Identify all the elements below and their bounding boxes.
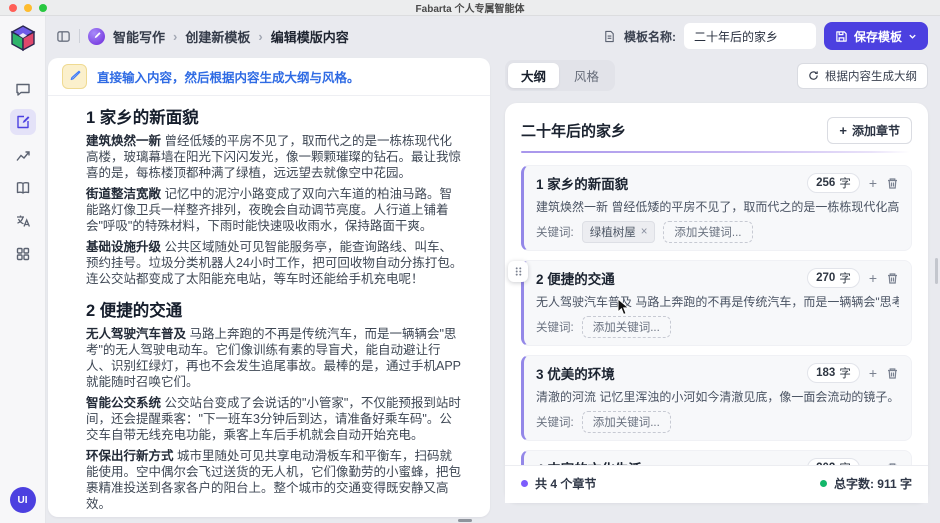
doc-heading: 2 便捷的交通 [86, 297, 464, 321]
chapter-excerpt: 建筑焕然一新 曾经低矮的平房不见了，取而代之的是一栋栋现代化高楼。玻璃幕墙在阳光 [536, 198, 899, 215]
pencil-icon [62, 64, 87, 89]
doc-paragraph: 智能公交系统 公交站台变成了会说话的"小管家"，不仅能预报到站时间，还会提醒乘客… [86, 395, 464, 443]
app-window: Fabarta 个人专属智能体 [0, 0, 940, 523]
breadcrumb-edit-template-content: 编辑模版内容 [271, 27, 349, 46]
chapter-title: 3 优美的环境 [536, 363, 615, 383]
word-count-badge: 202字 [807, 458, 860, 465]
vertical-scrollbar[interactable] [935, 258, 938, 284]
doc-paragraph: 无人驾驶汽车普及 马路上奔跑的不再是传统汽车，而是一辆辆会"思考"的无人驾驶电动… [86, 326, 464, 390]
template-name-input[interactable] [684, 23, 816, 49]
chapter-excerpt: 无人驾驶汽车普及 马路上奔跑的不再是传统汽车，而是一辆辆会"思考"的无人驾驶电动 [536, 293, 899, 310]
outline-tabs: 大纲 风格 [505, 60, 615, 91]
outline-panel: 大纲 风格 根据内容生成大纲 二十年后的家乡 [505, 58, 928, 517]
save-icon [835, 30, 848, 43]
app-logo[interactable] [9, 24, 37, 52]
hint-banner-text: 直接输入内容，然后根据内容生成大纲与风格。 [97, 67, 360, 86]
macos-titlebar: Fabarta 个人专属智能体 [0, 0, 940, 16]
add-subchapter-button[interactable]: + [869, 271, 877, 285]
chevron-down-icon [908, 32, 917, 41]
drag-handle[interactable] [508, 261, 528, 282]
collapse-panel-icon[interactable] [56, 29, 71, 44]
tab-outline[interactable]: 大纲 [508, 63, 559, 88]
hint-banner: 直接输入内容，然后根据内容生成大纲与风格。 [48, 58, 490, 96]
word-count-badge: 270字 [807, 268, 860, 288]
chapter-card[interactable]: 4 丰富的文化生活 202字 + 智能图书馆新体 [521, 450, 912, 465]
chapter-title: 2 便捷的交通 [536, 268, 615, 288]
generate-outline-button[interactable]: 根据内容生成大纲 [797, 63, 928, 89]
add-keyword-button[interactable]: 添加关键词... [663, 221, 752, 243]
total-words-dot [820, 480, 827, 487]
add-subchapter-button[interactable]: + [869, 366, 877, 380]
remove-keyword-icon[interactable]: × [641, 226, 648, 238]
doc-heading: 1 家乡的新面貌 [86, 104, 464, 128]
breadcrumb-separator: › [173, 29, 177, 44]
translate-icon[interactable] [10, 208, 36, 234]
add-keyword-button[interactable]: 添加关键词... [582, 316, 671, 338]
breadcrumb-create-template[interactable]: 创建新模板 [185, 27, 250, 46]
document-editor-panel: 直接输入内容，然后根据内容生成大纲与风格。 1 家乡的新面貌 建筑焕然一新 曾经… [48, 58, 490, 517]
chapter-title: 1 家乡的新面貌 [536, 173, 628, 193]
library-icon[interactable] [10, 175, 36, 201]
window-title: Fabarta 个人专属智能体 [0, 0, 940, 15]
user-avatar[interactable]: UI [10, 487, 36, 513]
title-underline [521, 151, 910, 153]
keyword-label: 关键词: [536, 319, 574, 335]
chapter-card[interactable]: 2 便捷的交通 270字 + 无人驾驶汽车普及 [521, 260, 912, 346]
writing-icon[interactable] [10, 109, 36, 135]
delete-chapter-icon[interactable] [886, 272, 899, 285]
document-icon [603, 30, 616, 43]
horizontal-scrollbar[interactable] [458, 519, 472, 522]
chapter-excerpt: 清澈的河流 记忆里浑浊的小河如今清澈见底，像一面会流动的镜子。阳光洒在水面上，泛 [536, 388, 899, 405]
analytics-icon[interactable] [10, 142, 36, 168]
document-body[interactable]: 1 家乡的新面貌 建筑焕然一新 曾经低矮的平房不见了，取而代之的是一栋栋现代化高… [48, 96, 490, 517]
save-template-button[interactable]: 保存模板 [824, 22, 928, 50]
delete-chapter-icon[interactable] [886, 177, 899, 190]
keyword-label: 关键词: [536, 224, 574, 240]
keyword-label: 关键词: [536, 414, 574, 430]
chapter-title: 4 丰富的文化生活 [536, 458, 642, 465]
outline-title[interactable]: 二十年后的家乡 [521, 120, 626, 141]
doc-paragraph: 街道整洁宽敞 记忆中的泥泞小路变成了双向六车道的柏油马路。智能路灯像卫兵一样整齐… [86, 186, 464, 234]
icon-rail: UI [0, 16, 46, 523]
add-keyword-button[interactable]: 添加关键词... [582, 411, 671, 433]
add-chapter-button[interactable]: + 添加章节 [827, 117, 912, 144]
doc-paragraph: 建筑焕然一新 曾经低矮的平房不见了，取而代之的是一栋栋现代化高楼，玻璃幕墙在阳光… [86, 133, 464, 181]
breadcrumb-smart-writing[interactable]: 智能写作 [113, 27, 165, 46]
doc-paragraph: 环保出行新方式 城市里随处可见共享电动滑板车和平衡车，扫码就能使用。空中偶尔会飞… [86, 448, 464, 512]
word-count-badge: 183字 [807, 363, 860, 383]
outline-footer: 共 4 个章节 总字数: 911 字 [505, 465, 928, 503]
apps-grid-icon[interactable] [10, 241, 36, 267]
delete-chapter-icon[interactable] [886, 367, 899, 380]
outline-card: 二十年后的家乡 + 添加章节 1 家乡的新面貌 [505, 103, 928, 503]
tab-style[interactable]: 风格 [561, 63, 612, 88]
plus-icon: + [839, 123, 847, 138]
chapter-list: 1 家乡的新面貌 256字 + 建筑焕然一新 曾 [521, 165, 912, 465]
chapter-card[interactable]: 3 优美的环境 183字 + 清澈的河流 记忆里 [521, 355, 912, 441]
template-name-label: 模板名称: [624, 28, 676, 45]
chapter-card[interactable]: 1 家乡的新面貌 256字 + 建筑焕然一新 曾 [521, 165, 912, 251]
chapter-count: 共 4 个章节 [521, 475, 596, 492]
divider [79, 29, 80, 43]
keyword-tag[interactable]: 绿植树屋× [582, 221, 656, 243]
writing-app-icon [88, 28, 105, 45]
chapter-count-dot [521, 480, 528, 487]
add-subchapter-button[interactable]: + [869, 176, 877, 190]
word-count-badge: 256字 [807, 173, 860, 193]
chat-icon[interactable] [10, 76, 36, 102]
topbar: 智能写作 › 创建新模板 › 编辑模版内容 模板名称: [46, 16, 940, 56]
breadcrumb-separator: › [258, 29, 262, 44]
doc-paragraph: 基础设施升级 公共区域随处可见智能服务亭，能查询路线、叫车、预约挂号。垃圾分类机… [86, 239, 464, 287]
refresh-icon [808, 70, 819, 81]
total-words: 总字数: 911 字 [820, 475, 912, 492]
